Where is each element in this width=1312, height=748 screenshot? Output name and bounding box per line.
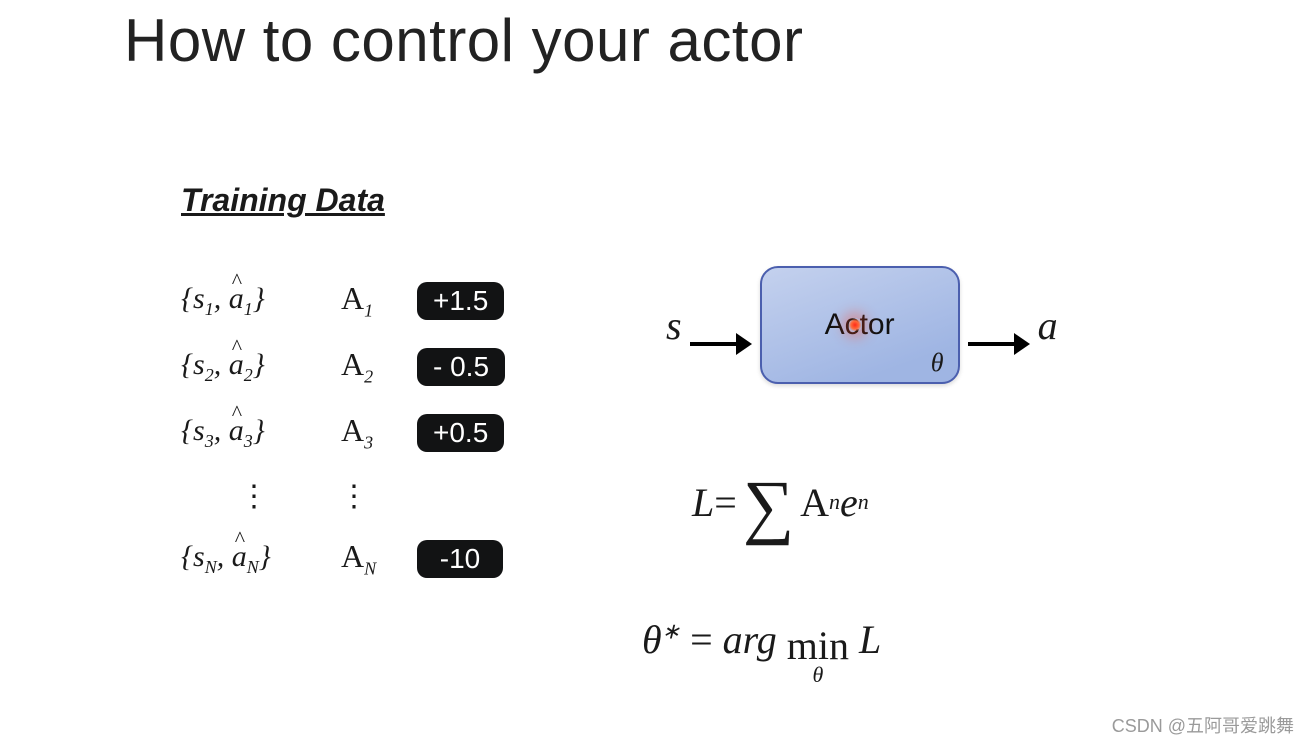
sym-e: e bbox=[840, 479, 858, 526]
vertical-dots-icon: ⋮ bbox=[339, 479, 371, 514]
sym-star: ∗ bbox=[662, 619, 680, 644]
advantage-value-badge: +0.5 bbox=[417, 414, 504, 452]
state-action-pair: {s1, a1} bbox=[181, 282, 341, 320]
sym-arg: arg bbox=[723, 617, 787, 662]
laser-pointer-icon bbox=[848, 318, 862, 332]
arrow-right-icon bbox=[968, 324, 1030, 326]
watermark: CSDN @五阿哥爱跳舞 bbox=[1112, 712, 1294, 738]
actor-box: Actor θ bbox=[760, 266, 960, 384]
training-data-table: {s1, a1} A1 +1.5 {s2, a2} A2 - 0.5 {s3, … bbox=[181, 268, 505, 592]
min-block: minθ bbox=[787, 626, 849, 686]
advantage-label: AN bbox=[341, 538, 411, 579]
arrow-right-icon bbox=[690, 324, 752, 326]
advantage-value-badge: -10 bbox=[417, 540, 503, 578]
state-action-pair: {s3, a3} bbox=[181, 414, 341, 452]
sigma-icon: ∑ bbox=[743, 470, 794, 542]
output-symbol: a bbox=[1038, 302, 1058, 349]
training-data-header: Training Data bbox=[181, 182, 385, 219]
argmin-equation: θ∗ = arg minθ L bbox=[642, 616, 881, 676]
sym-L: L bbox=[849, 617, 881, 662]
state-action-pair: {sN, aN} bbox=[181, 540, 341, 578]
sym-eq: = bbox=[680, 617, 723, 662]
ellipsis-row: ⋮ ⋮ bbox=[181, 466, 505, 526]
advantage-label: A2 bbox=[341, 346, 411, 387]
sym-sub-n: n bbox=[858, 489, 869, 515]
table-row: {s2, a2} A2 - 0.5 bbox=[181, 334, 505, 400]
advantage-label: A1 bbox=[341, 280, 411, 321]
table-row: {sN, aN} AN -10 bbox=[181, 526, 505, 592]
sym-eq: = bbox=[714, 479, 737, 526]
table-row: {s3, a3} A3 +0.5 bbox=[181, 400, 505, 466]
table-row: {s1, a1} A1 +1.5 bbox=[181, 268, 505, 334]
advantage-value-badge: - 0.5 bbox=[417, 348, 505, 386]
input-symbol: s bbox=[666, 302, 682, 349]
sym-theta: θ bbox=[642, 617, 662, 662]
actor-diagram: s Actor θ a bbox=[666, 266, 1058, 384]
sym-L: L bbox=[692, 479, 714, 526]
advantage-value-badge: +1.5 bbox=[417, 282, 504, 320]
theta-param: θ bbox=[931, 348, 944, 378]
vertical-dots-icon: ⋮ bbox=[239, 479, 339, 514]
sym-A: A bbox=[800, 479, 829, 526]
state-action-pair: {s2, a2} bbox=[181, 348, 341, 386]
page-title: How to control your actor bbox=[124, 6, 803, 75]
loss-equation: L = ∑ Anen bbox=[692, 466, 869, 538]
sym-sub-n: n bbox=[829, 489, 840, 515]
advantage-label: A3 bbox=[341, 412, 411, 453]
